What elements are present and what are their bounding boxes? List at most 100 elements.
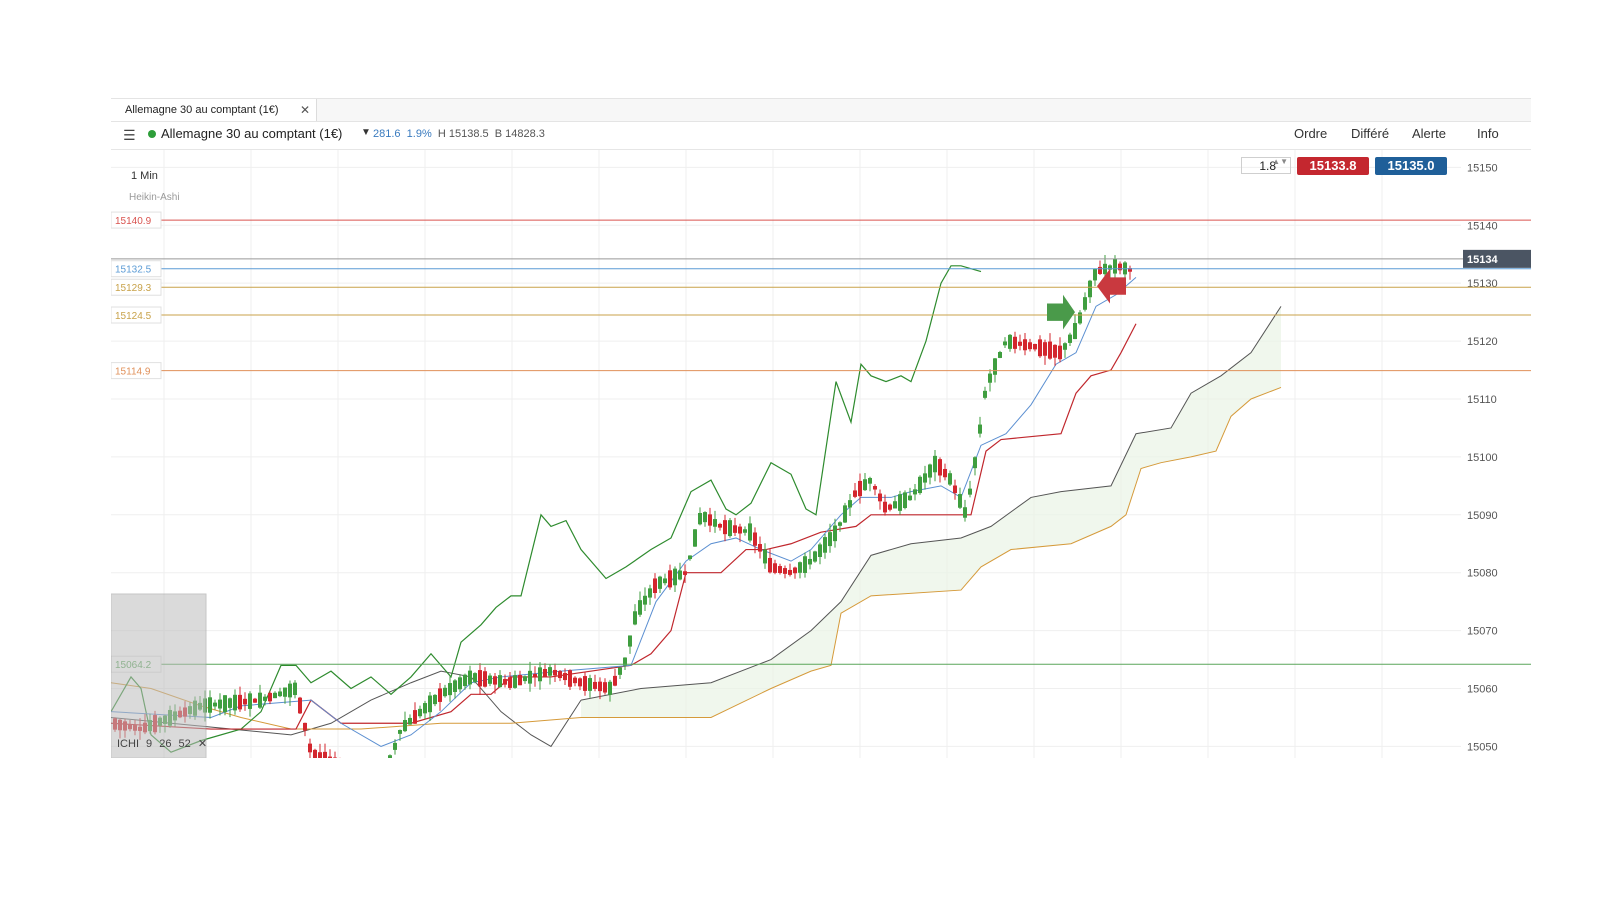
tenkan-sen-line: [111, 277, 1137, 747]
candle-body: [508, 677, 512, 688]
y-tick-label: 15130: [1467, 278, 1498, 290]
candle-body: [1003, 341, 1007, 346]
nav-alerte[interactable]: Alerte: [1412, 126, 1446, 141]
stepper-arrows-icon[interactable]: ▲▼: [1272, 158, 1288, 166]
candle-body: [968, 488, 972, 495]
candle-body: [218, 699, 222, 709]
candle-body: [713, 519, 717, 527]
y-tick-label: 15090: [1467, 510, 1498, 522]
tab-bar: Allemagne 30 au comptant (1€) ✕: [111, 98, 1531, 122]
candle-body: [538, 667, 542, 682]
candle-body: [428, 695, 432, 713]
candle-body: [238, 694, 242, 710]
sell-button[interactable]: 15133.8: [1297, 157, 1369, 175]
candle-body: [853, 490, 857, 497]
quantity-stepper[interactable]: 1.8 ▲▼: [1241, 157, 1291, 174]
timeframe-selector[interactable]: 1 Min: [131, 170, 158, 182]
ichimoku-indicator-label: ICHI 9 26 52 ✕: [117, 737, 207, 750]
candle-body: [463, 674, 467, 687]
candle-body: [723, 520, 727, 535]
candle-body: [223, 695, 227, 712]
price-stats: 281.6 1.9% H 15138.5 B 14828.3: [373, 128, 545, 140]
nav-differe[interactable]: Différé: [1351, 126, 1389, 141]
nav-ordre[interactable]: Ordre: [1294, 126, 1327, 141]
candle-body: [498, 675, 502, 688]
candle-body: [773, 563, 777, 573]
level-label: 15140.9: [115, 216, 152, 227]
candle-body: [928, 464, 932, 478]
candle-body: [693, 529, 697, 547]
candle-body: [443, 687, 447, 697]
candle-body: [683, 571, 687, 575]
instrument-name[interactable]: Allemagne 30 au comptant (1€): [161, 126, 342, 141]
candle-body: [278, 691, 282, 697]
buy-button[interactable]: 15135.0: [1375, 157, 1447, 175]
hamburger-menu-icon[interactable]: ☰: [123, 127, 136, 144]
candle-body: [848, 500, 852, 508]
candle-body: [603, 682, 607, 693]
candle-body: [1033, 343, 1037, 350]
candle-body: [323, 751, 327, 758]
candle-body: [823, 537, 827, 553]
candle-body: [743, 529, 747, 533]
candle-body: [733, 525, 737, 533]
candle-body: [608, 681, 612, 695]
candle-body: [233, 694, 237, 711]
chevron-down-icon[interactable]: ▼: [361, 127, 371, 138]
candle-body: [1083, 297, 1087, 310]
candle-body: [768, 557, 772, 573]
indicator-close-icon[interactable]: ✕: [198, 738, 207, 750]
candle-body: [858, 480, 862, 497]
y-tick-label: 15050: [1467, 741, 1498, 753]
tab-label: Allemagne 30 au comptant (1€): [125, 104, 279, 116]
candle-body: [688, 555, 692, 560]
candle-body: [923, 473, 927, 483]
candle-body: [878, 493, 882, 502]
candle-body: [703, 512, 707, 523]
level-label: 15129.3: [115, 283, 152, 294]
candle-body: [798, 562, 802, 573]
level-label: 15114.9: [115, 367, 151, 378]
candle-body: [528, 670, 532, 684]
y-tick-label: 15100: [1467, 452, 1498, 464]
candle-body: [293, 682, 297, 696]
candle-body: [438, 688, 442, 702]
instrument-tab[interactable]: Allemagne 30 au comptant (1€) ✕: [111, 99, 317, 121]
candle-body: [763, 549, 767, 564]
candle-body: [653, 578, 657, 594]
y-tick-label: 15150: [1467, 162, 1498, 174]
candle-body: [1008, 334, 1012, 349]
candle-body: [248, 693, 252, 709]
candle-body: [1113, 258, 1117, 274]
y-tick-label: 15140: [1467, 220, 1498, 232]
nav-info[interactable]: Info: [1477, 126, 1499, 141]
candle-body: [1043, 342, 1047, 356]
candle-body: [213, 702, 217, 707]
tab-close-icon[interactable]: ✕: [300, 99, 310, 121]
candle-body: [1068, 334, 1072, 343]
candle-body: [513, 675, 517, 688]
candle-body: [1098, 266, 1102, 274]
candle-body: [228, 698, 232, 708]
current-price-label: 15134: [1467, 254, 1498, 266]
candle-body: [263, 696, 267, 701]
candle-body: [1053, 344, 1057, 358]
instrument-header: ☰ Allemagne 30 au comptant (1€) ▼ 281.6 …: [111, 121, 1531, 150]
y-tick-label: 15060: [1467, 684, 1498, 696]
candle-body: [418, 708, 422, 717]
candle-body: [598, 681, 602, 692]
candle-body: [808, 558, 812, 565]
candle-body: [948, 473, 952, 485]
candle-body: [313, 749, 317, 758]
candle-body: [908, 495, 912, 501]
candle-body: [458, 677, 462, 690]
chart-type-label[interactable]: Heikin-Ashi: [129, 192, 180, 203]
candle-body: [243, 698, 247, 705]
candle-body: [893, 501, 897, 509]
candle-body: [473, 673, 477, 682]
chart-area[interactable]: 15150 15140 15130 15120 15110 15100 15090 15080…: [111, 150, 1531, 758]
candle-body: [1048, 341, 1052, 359]
candle-body: [553, 669, 557, 676]
price-chart[interactable]: 15150 15140 15130 15120 15110 15100 15090 15080…: [111, 150, 1531, 758]
candle-body: [673, 568, 677, 586]
